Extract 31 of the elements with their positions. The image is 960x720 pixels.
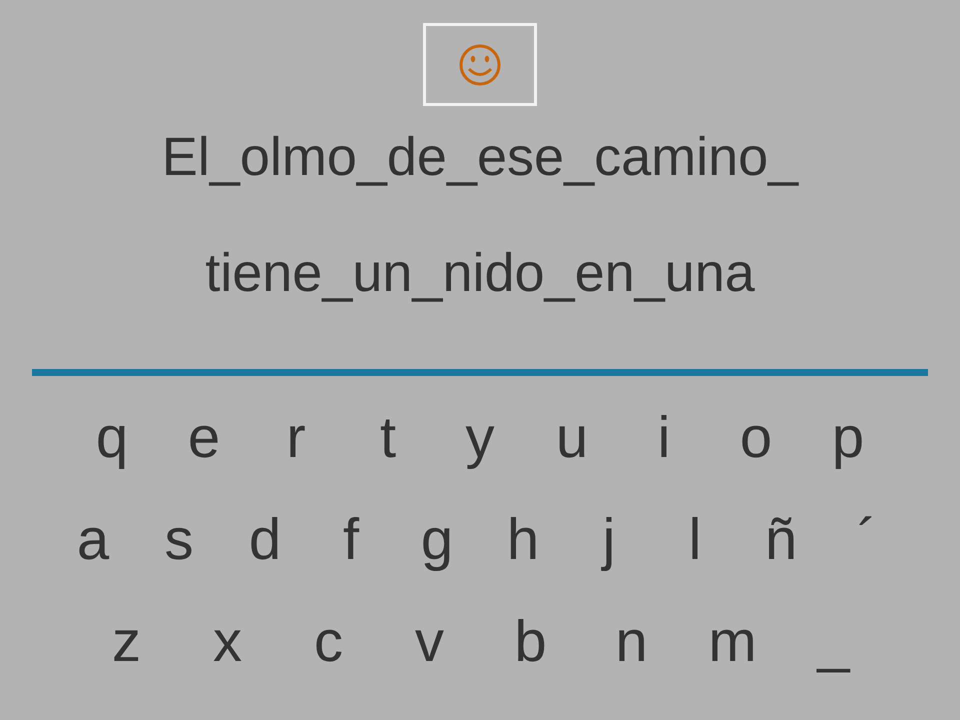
key-button[interactable]: f (308, 508, 394, 572)
key-button[interactable]: c (278, 610, 379, 674)
key-button[interactable]: b (480, 610, 581, 674)
key-button[interactable]: o (710, 406, 802, 470)
key-button[interactable]: l (652, 508, 738, 572)
key-button[interactable]: d (222, 508, 308, 572)
key-button[interactable]: ´ (824, 508, 910, 572)
key-button[interactable]: t (342, 406, 434, 470)
key-button[interactable]: v (379, 610, 480, 674)
key-button[interactable]: _ (783, 610, 884, 674)
smiley-button[interactable] (423, 23, 537, 106)
key-button[interactable]: ñ (738, 508, 824, 572)
key-button[interactable]: p (802, 406, 894, 470)
key-button[interactable]: q (66, 406, 158, 470)
sentence-text: El_olmo_de_ese_camino_ (162, 126, 798, 189)
key-button[interactable]: n (581, 610, 682, 674)
key-button[interactable]: s (136, 508, 222, 572)
key-button[interactable]: x (177, 610, 278, 674)
key-button[interactable]: r (250, 406, 342, 470)
smiley-icon (458, 42, 502, 86)
key-button[interactable]: z (76, 610, 177, 674)
sentence-text: tiene_un_nido_en_una (205, 242, 755, 305)
key-button[interactable]: m (682, 610, 783, 674)
key-button[interactable]: j (566, 508, 652, 572)
key-button[interactable]: y (434, 406, 526, 470)
key-button[interactable]: a (50, 508, 136, 572)
key-button[interactable]: e (158, 406, 250, 470)
key-button[interactable]: i (618, 406, 710, 470)
key-button[interactable]: h (480, 508, 566, 572)
key-button[interactable]: g (394, 508, 480, 572)
key-button[interactable]: u (526, 406, 618, 470)
